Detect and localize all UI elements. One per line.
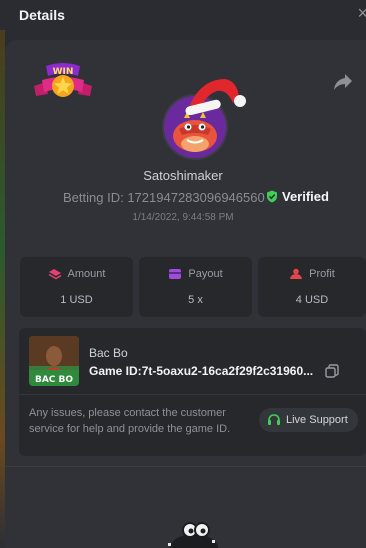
bac-bo-thumbnail-icon: BAC BO [29, 336, 79, 386]
stat-amount-label: Amount [67, 268, 106, 280]
game-id-label: Game ID: [89, 364, 142, 378]
share-icon[interactable] [333, 73, 353, 91]
stat-payout-label: Payout [188, 268, 223, 280]
support-message: Any issues, please contact the customer … [29, 407, 231, 435]
stat-profit: Profit 4 USD [258, 257, 366, 317]
win-badge-icon: WIN [34, 63, 92, 97]
game-card-divider [19, 394, 366, 395]
mascot-icon [168, 522, 218, 548]
game-card: BAC BO Bac Bo Game ID:7t-5oaxu2-16ca2f29… [19, 328, 366, 456]
game-name: Bac Bo [89, 346, 128, 360]
badge-label: WIN [53, 67, 74, 77]
close-icon[interactable]: × [357, 4, 366, 22]
amount-icon [48, 269, 61, 280]
copy-icon[interactable] [325, 364, 339, 378]
profit-icon [290, 268, 303, 279]
stat-payout-value: 5 x [188, 294, 203, 306]
verified-badge: Verified [266, 189, 329, 204]
live-support-label: Live Support [286, 414, 348, 426]
username: Satoshimaker [143, 168, 223, 183]
santa-hat-icon [185, 79, 246, 115]
betting-id-label: Betting ID: [63, 190, 124, 205]
stat-profit-value: 4 USD [295, 294, 329, 306]
game-thumbnail: BAC BO [29, 336, 79, 386]
thumbnail-label: BAC BO [35, 375, 73, 385]
betting-id-value: 1721947283096946560 [127, 190, 265, 205]
stat-amount-value: 1 USD [60, 294, 93, 306]
section-divider [5, 466, 366, 467]
stat-profit-label: Profit [309, 268, 335, 280]
stat-amount: Amount 1 USD [20, 257, 133, 317]
bet-timestamp: 1/14/2022, 9:44:58 PM [132, 212, 234, 223]
headset-icon [268, 414, 280, 425]
shield-check-icon [267, 190, 277, 203]
game-id-value: 7t-5oaxu2-16ca2f29f2c31960... [141, 364, 314, 378]
live-support-button[interactable]: Live Support [259, 408, 358, 432]
game-id: Game ID:7t-5oaxu2-16ca2f29f2c31960... [89, 364, 321, 378]
details-header: Details × [0, 0, 366, 30]
stat-payout: Payout 5 x [139, 257, 252, 317]
betting-id: Betting ID: 1721947283096946560 [63, 190, 265, 205]
payout-icon [169, 269, 182, 279]
page-title: Details [19, 7, 65, 23]
verified-label: Verified [282, 189, 329, 204]
